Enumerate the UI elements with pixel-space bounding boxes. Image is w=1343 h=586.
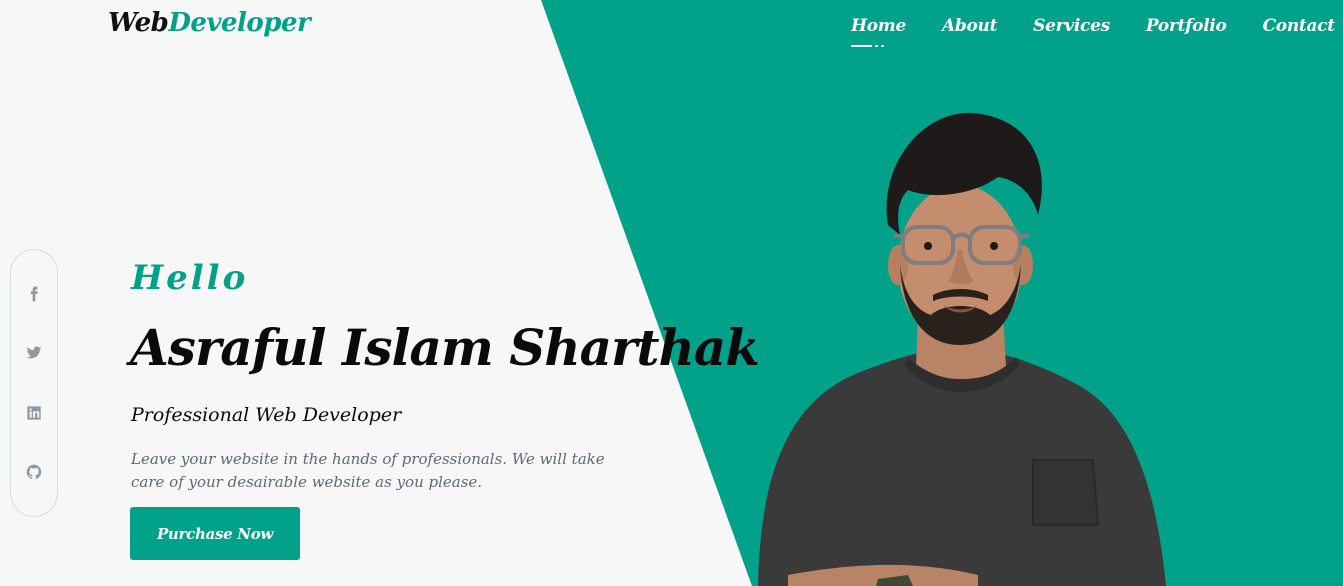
linkedin-icon[interactable] (25, 404, 43, 422)
developer-name: Asraful Islam Sharthak (130, 318, 760, 377)
hero-description: Leave your website in the hands of profe… (131, 450, 605, 491)
greeting: Hello (131, 258, 249, 298)
nav-item-home[interactable]: Home (851, 16, 907, 47)
nav-item-about[interactable]: About (942, 16, 997, 36)
nav-item-label: Portfolio (1145, 16, 1227, 36)
hero-page: WebDeveloper Home About Services Portfol… (0, 0, 1343, 586)
developer-role: Professional Web Developer (131, 404, 402, 426)
nav-item-services[interactable]: Services (1033, 16, 1110, 36)
main-nav: Home About Services Portfolio Contact (851, 16, 1336, 47)
active-indicator (875, 45, 884, 47)
nav-item-label: About (942, 16, 998, 36)
github-icon[interactable] (25, 463, 43, 481)
purchase-now-button[interactable]: Purchase Now (130, 507, 300, 560)
logo-part-web: Web (108, 8, 169, 38)
nav-item-contact[interactable]: Contact (1262, 16, 1336, 36)
nav-item-label: Home (851, 16, 907, 36)
logo-part-developer: Developer (168, 8, 311, 38)
developer-portrait (758, 112, 1166, 586)
facebook-icon[interactable] (25, 285, 43, 303)
social-links-rail (10, 249, 58, 517)
nav-item-portfolio[interactable]: Portfolio (1146, 16, 1227, 36)
nav-item-label: Services (1033, 16, 1110, 36)
nav-item-label: Contact (1262, 16, 1336, 36)
twitter-icon[interactable] (25, 344, 43, 362)
site-logo[interactable]: WebDeveloper (108, 8, 311, 38)
